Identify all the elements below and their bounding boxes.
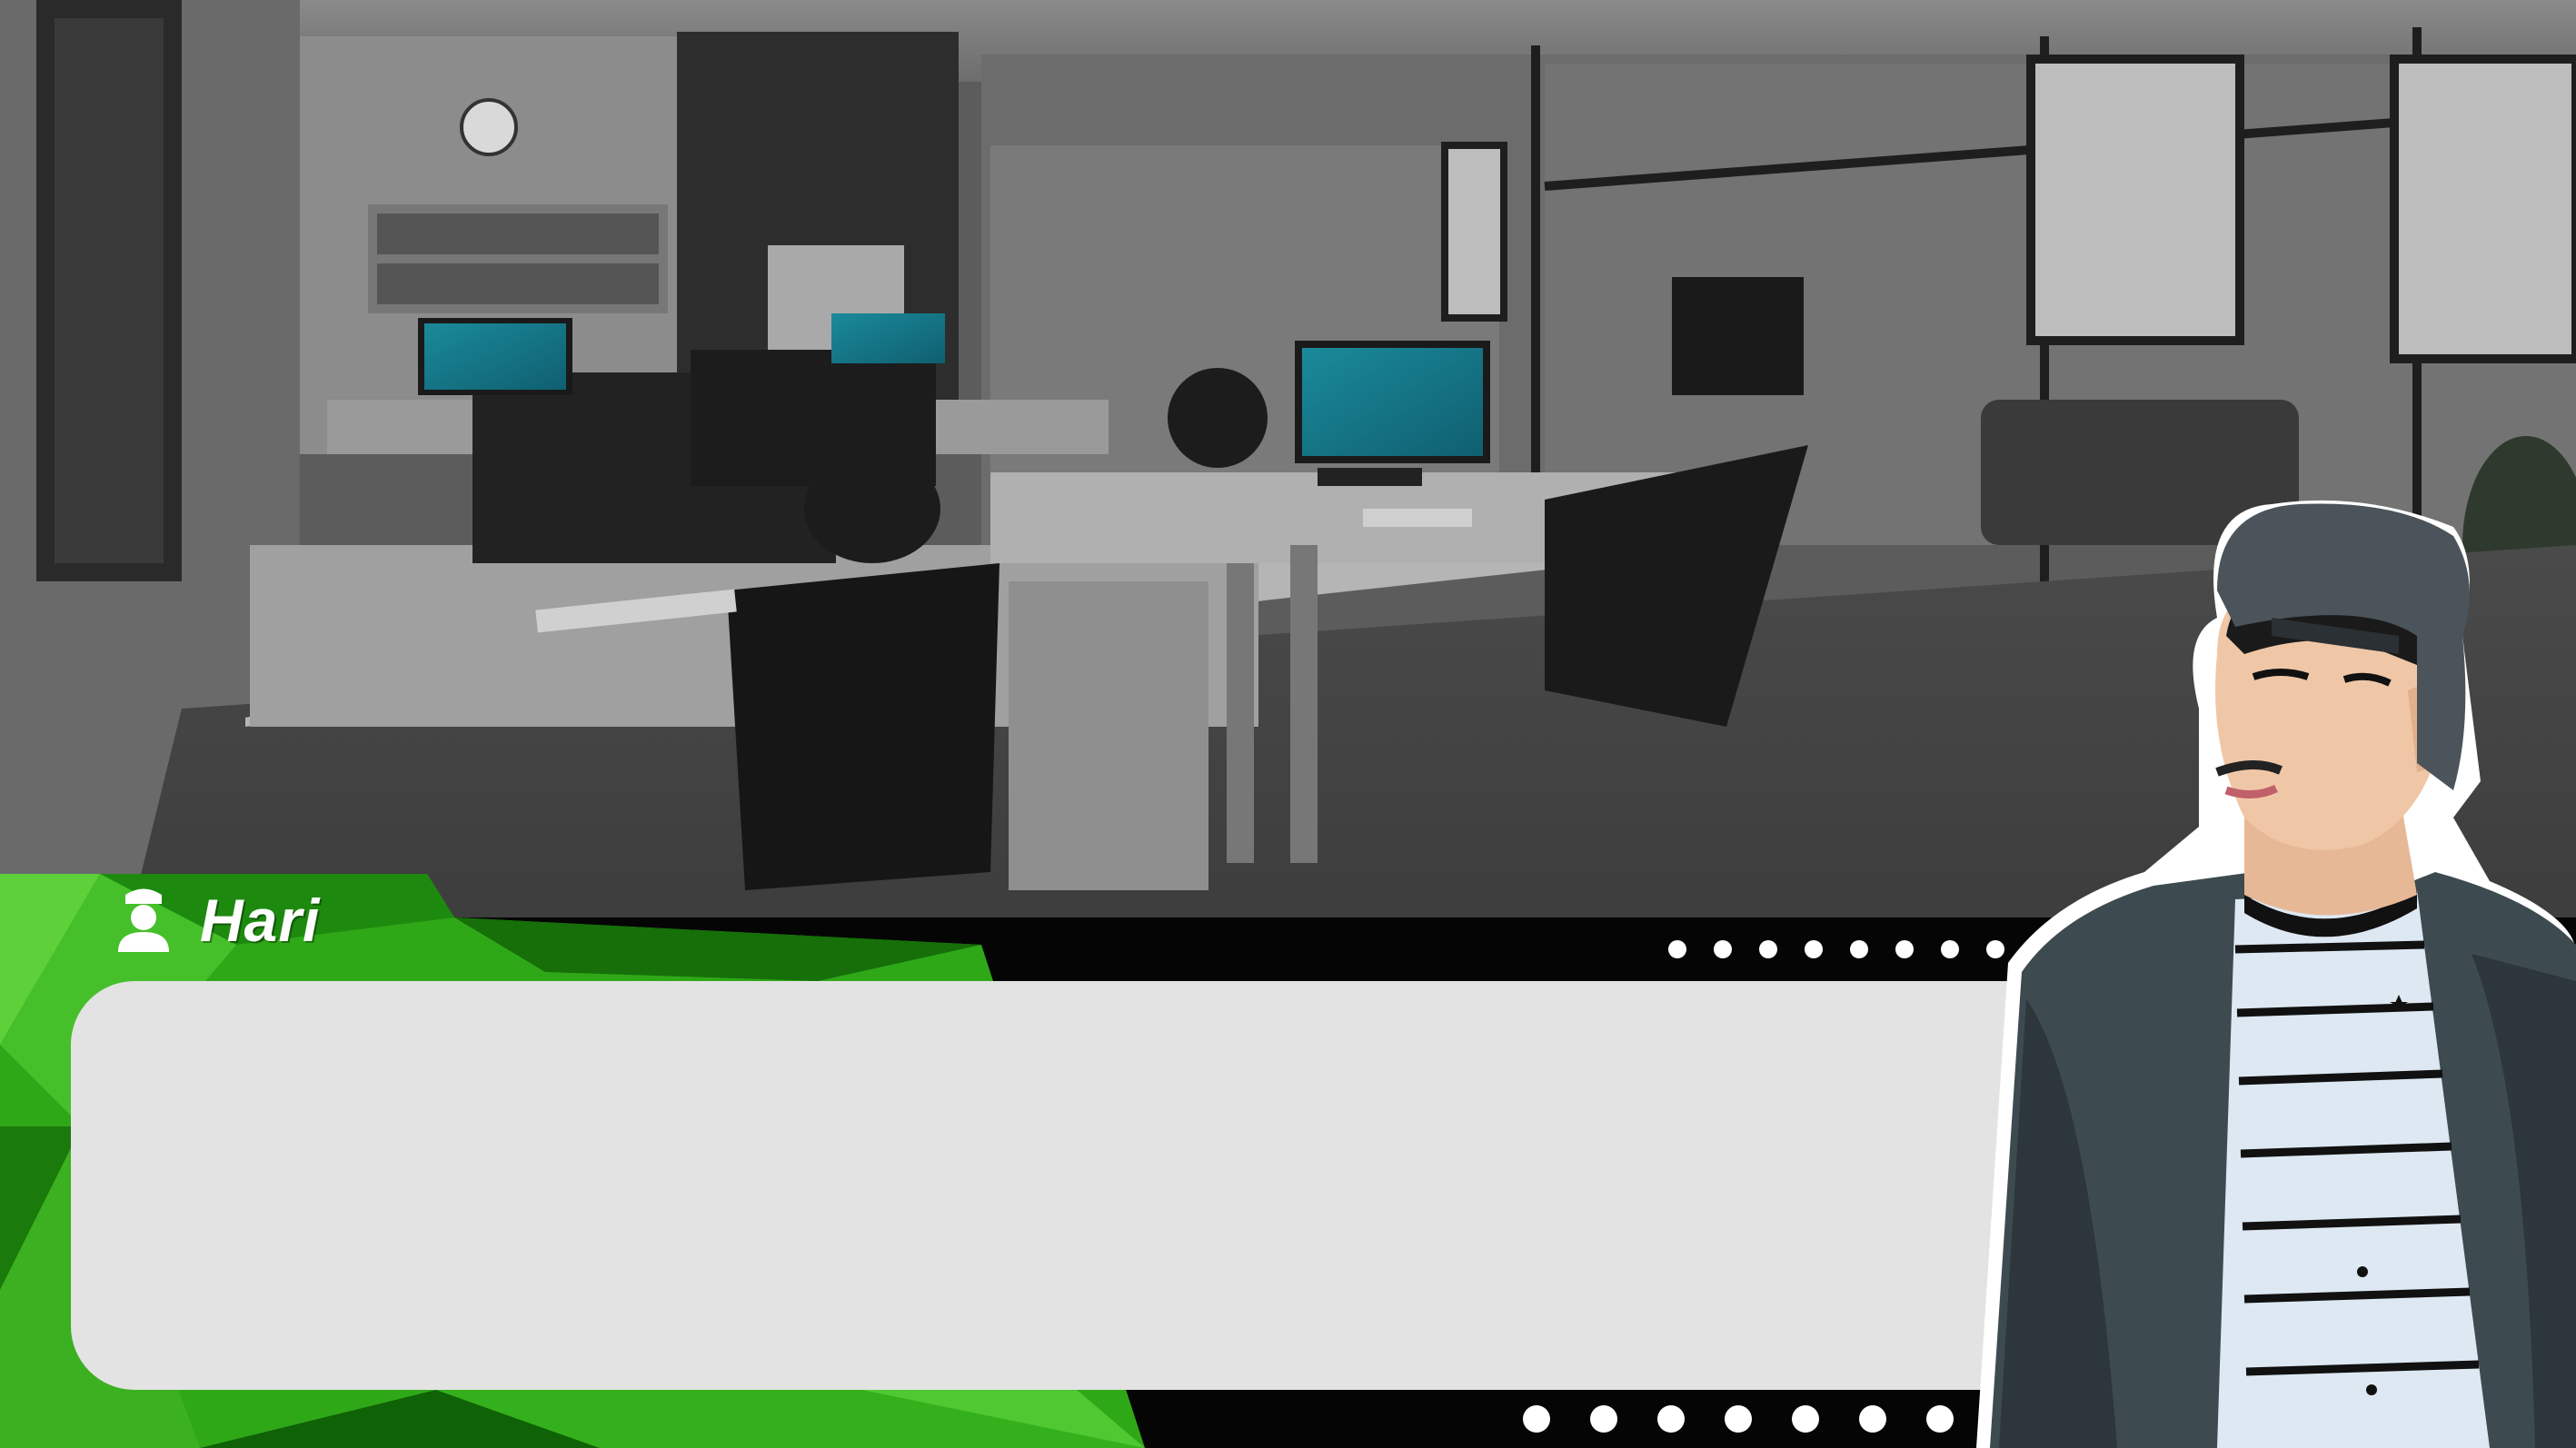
dialog-box[interactable] xyxy=(71,981,2070,1390)
dots-top xyxy=(1668,940,2050,958)
dialog-overlay xyxy=(0,500,2576,1448)
visual-novel-screen: Hari xyxy=(0,0,2576,1448)
character-portrait xyxy=(1976,500,2576,1448)
speaker-name: Hari xyxy=(200,887,321,954)
